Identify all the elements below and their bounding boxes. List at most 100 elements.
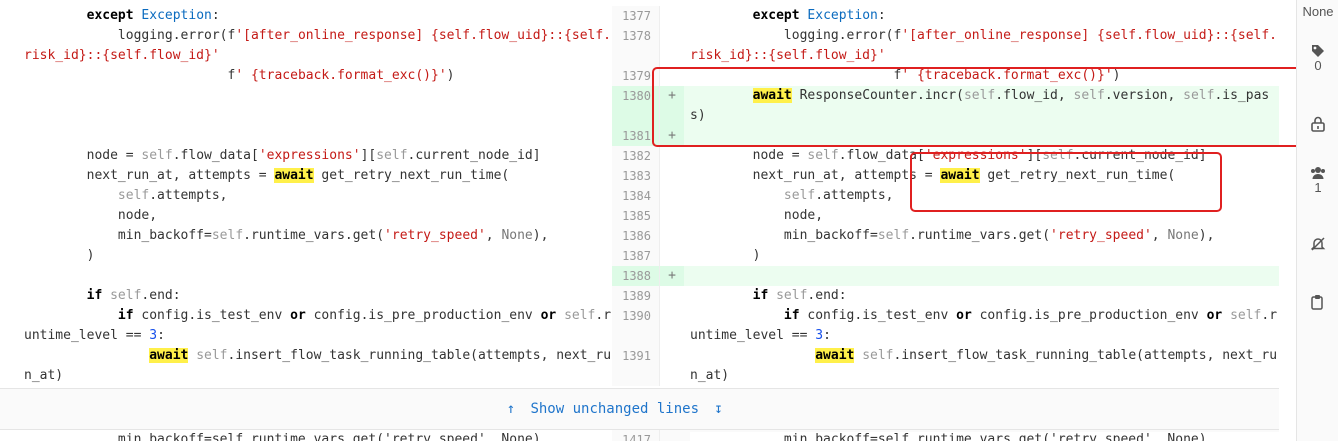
code-token: untime_level == — [24, 328, 150, 343]
sidebar-lock[interactable] — [1297, 116, 1338, 132]
code-token: next_run_at, attempts = — [24, 168, 275, 183]
diff-row-context: 1377 except Exception: — [612, 6, 1279, 26]
lock-icon — [1311, 116, 1325, 132]
notifications-off-icon — [1310, 237, 1326, 251]
code-token: self — [807, 148, 839, 163]
code-token: .r — [1261, 308, 1278, 323]
code-line: if config.is_test_env or config.is_pre_p… — [0, 306, 612, 326]
code-line: f' {traceback.format_exc()}') — [612, 66, 1279, 86]
sidebar-copy-reference[interactable] — [1297, 294, 1338, 310]
code-token: risk_id}::{self.flow_id}' — [24, 48, 220, 63]
code-token: ' {traceback.format_exc()}' — [235, 68, 447, 83]
code-token: .end: — [807, 288, 847, 303]
code-token: .flow_data[ — [838, 148, 925, 163]
code-token: 3 — [815, 328, 824, 343]
diff-row-context: 1384 self.attempts, — [612, 186, 1279, 206]
code-line: next_run_at, attempts = await get_retry_… — [0, 166, 612, 186]
code-token: .insert_flow_task_running_table(attempts… — [893, 348, 1278, 363]
code-token: node, — [24, 208, 158, 223]
code-token: node = — [24, 148, 142, 163]
code-token: .version, — [1104, 88, 1184, 103]
code-line: except Exception: — [0, 6, 612, 26]
sidebar-assignee[interactable]: None — [1297, 4, 1338, 19]
code-token: None — [501, 228, 533, 243]
code-token: self — [783, 188, 816, 203]
code-token: : — [157, 328, 165, 343]
sidebar-labels[interactable]: 0 — [1297, 44, 1338, 73]
code-token: 'expressions' — [258, 148, 361, 163]
diff-right-pane: 1377 except Exception: 1378 logging.error… — [612, 0, 1279, 388]
sidebar-assignee-value: None — [1302, 4, 1334, 19]
show-unchanged-lines-label: Show unchanged lines — [530, 401, 700, 417]
code-token: , — [1151, 228, 1168, 243]
code-token: get_retry_next_run_time( — [313, 168, 510, 183]
sidebar-participants[interactable]: 1 — [1297, 166, 1338, 195]
code-token: self — [117, 188, 150, 203]
code-token: next_run_at, attempts = — [690, 168, 941, 183]
await-keyword: await — [940, 168, 980, 183]
code-line: logging.error(f'[after_online_response] … — [612, 26, 1279, 46]
code-token: n_at) — [24, 368, 64, 383]
await-keyword: await — [815, 348, 855, 363]
sidebar-notifications[interactable] — [1297, 236, 1338, 252]
code-token: or — [290, 308, 306, 323]
code-token: self — [776, 288, 808, 303]
code-token: node, — [690, 208, 824, 223]
code-token: .flow_id, — [995, 88, 1074, 103]
diff-row-context: 1390 if config.is_test_env or config.is_… — [612, 306, 1279, 346]
show-unchanged-lines-button[interactable]: ↑ Show unchanged lines ↧ — [500, 399, 729, 419]
code-token: self — [862, 348, 894, 363]
diff-row-context: 1379 f' {traceback.format_exc()}') — [612, 66, 1279, 86]
peek-left-line: min_backoff=self.runtime_vars.get('retry… — [0, 430, 612, 441]
diff-row-context: 1389 if self.end: — [612, 286, 1279, 306]
code-token: f — [690, 68, 902, 83]
code-line: risk_id}::{self.flow_id}' — [0, 46, 612, 66]
code-token: 'retry_speed' — [384, 228, 486, 243]
code-token: except — [752, 8, 800, 23]
sidebar-labels-count: 0 — [1314, 58, 1322, 73]
code-token: logging.error(f — [690, 28, 902, 43]
code-token: logging.error(f — [24, 28, 236, 43]
code-token: self — [1042, 148, 1074, 163]
diff-row-context: 1382 node = self.flow_data['expressions'… — [612, 146, 1279, 166]
code-token: .flow_data[ — [172, 148, 259, 163]
code-token: ) — [446, 68, 455, 83]
code-line: await self.insert_flow_task_running_tabl… — [0, 346, 612, 366]
code-line: min_backoff=self.runtime_vars.get('retry… — [612, 226, 1279, 246]
diff-left-pane: except Exception: logging.error(f'[after… — [0, 0, 612, 388]
code-token: or — [956, 308, 972, 323]
code-line: self.attempts, — [0, 186, 612, 206]
code-line: await ResponseCounter.incr(self.flow_id,… — [612, 86, 1279, 106]
code-line: self.attempts, — [612, 186, 1279, 206]
code-token: if — [117, 308, 134, 323]
code-token: : — [211, 8, 220, 23]
code-token: , — [485, 228, 502, 243]
code-line: node, — [612, 206, 1279, 226]
code-line: node = self.flow_data['expressions'][sel… — [0, 146, 612, 166]
code-token: min_backoff= — [24, 228, 212, 243]
users-icon — [1311, 167, 1325, 179]
code-line: if self.end: — [0, 286, 612, 306]
code-line: n_at) — [0, 366, 612, 386]
code-token: if — [86, 288, 103, 303]
code-token: .current_node_id] — [407, 148, 541, 163]
peek-right-line: 1417 min_backoff=self.runtime_vars.get('… — [612, 430, 1279, 441]
code-token: .attempts, — [815, 188, 894, 203]
code-token: self — [1073, 88, 1105, 103]
await-keyword: await — [149, 348, 189, 363]
code-token: : — [823, 328, 831, 343]
code-line: logging.error(f'[after_online_response] … — [0, 26, 612, 46]
diff-row-context: 1385 node, — [612, 206, 1279, 226]
code-line: ) — [0, 246, 612, 266]
